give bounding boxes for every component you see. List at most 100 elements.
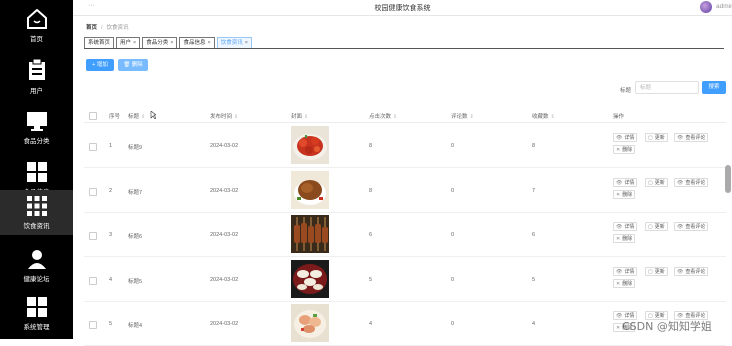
select-all-checkbox[interactable] [89,112,97,120]
delete-button[interactable]: ✕ 删除 [613,234,636,243]
detail-button[interactable]: 👁 详情 [613,133,638,142]
delete-button[interactable]: ✕ 删除 [613,145,636,154]
sidebar-item-home[interactable]: 首页 [0,0,73,51]
sort-icon[interactable]: ⇕ [141,114,145,120]
detail-label: 详情 [624,179,635,186]
search-button[interactable]: 搜索 [702,81,726,94]
delete-label: 删除 [131,62,143,68]
row-checkbox[interactable] [89,143,97,151]
cell-clicks: 6 [369,232,373,238]
cell-favorites: 5 [532,276,536,283]
header-clicks[interactable]: 点击次数 ⇕ [369,112,397,120]
breadcrumb-home[interactable]: 首页 [86,25,97,31]
clipboard-icon [28,58,45,80]
header-comments-label: 评论数 [451,114,468,120]
sidebar: 首页 用户 食品分类 食品信息 饮食资讯 健康论坛 系统管理 [0,0,73,339]
sidebar-item-health-forum[interactable]: 健康论坛 [0,240,73,291]
close-icon: ✕ [616,325,621,331]
cell-publish-time: 2024-03-02 [210,276,239,283]
vertical-scrollbar[interactable] [725,165,731,193]
cover-image [291,215,329,253]
cell-favorites: 7 [532,187,536,194]
sort-icon[interactable]: ⇕ [551,114,555,120]
batch-delete-button[interactable]: 🗑 删除 [118,59,148,71]
delete-button[interactable]: ✕ 删除 [613,278,636,288]
add-button[interactable]: + 增加 [86,59,114,71]
eye-icon: 👁 [616,268,623,275]
header-title-label: 标题 [128,114,140,120]
update-button[interactable]: ▢ 更新 [645,222,668,231]
sidebar-item-food-category[interactable]: 食品分类 [0,102,73,153]
cell-publish-time: 2024-03-02 [210,232,239,238]
edit-icon: ▢ [648,179,653,186]
view-comments-label: 查看评论 [685,135,706,141]
eye-icon: 👁 [677,268,684,275]
header-title[interactable]: 标题 ⇕ [128,112,145,120]
row-checkbox[interactable] [89,232,97,240]
update-button[interactable]: ▢ 更新 [645,177,668,187]
eye-icon: 👁 [616,135,623,141]
row-checkbox[interactable] [89,276,97,285]
cell-publish-time: 2024-03-02 [210,143,239,149]
delete-button[interactable]: ✕ 删除 [613,189,636,199]
sort-icon[interactable]: ⇕ [234,114,238,120]
tab-label: 食品分类 [146,40,169,46]
tab-label: 食品信息 [183,40,206,46]
sort-icon[interactable]: ⇕ [470,114,474,120]
cell-favorites: 8 [532,143,536,149]
view-comments-button[interactable]: 👁 查看评论 [674,222,709,231]
search-input[interactable]: 标题 [635,81,699,94]
grid-4-icon [26,161,47,182]
sidebar-item-system-admin[interactable]: 系统管理 [0,288,73,339]
close-icon[interactable]: × [208,40,211,46]
cell-clicks: 5 [369,276,373,283]
top-bar: ··· 校园健康饮食系统 admin [73,0,732,16]
close-icon[interactable]: × [245,40,248,46]
sidebar-item-diet-news[interactable]: 饮食资讯 [0,190,73,235]
sidebar-item-label: 饮食资讯 [23,222,50,230]
update-label: 更新 [654,224,665,230]
close-icon[interactable]: × [170,40,173,46]
row-checkbox[interactable] [89,321,97,329]
update-label: 更新 [654,179,665,186]
view-comments-button[interactable]: 👁 查看评论 [674,133,709,142]
delete-label: 删除 [622,280,633,287]
cell-title: 标题5 [128,278,143,285]
cell-clicks: 8 [369,143,373,149]
sort-icon[interactable]: ⇕ [393,114,397,120]
update-button[interactable]: ▢ 更新 [645,133,668,142]
username[interactable]: admin [716,3,732,10]
view-comments-button[interactable]: 👁 查看评论 [674,266,709,276]
cell-index: 1 [109,143,113,149]
update-button[interactable]: ▢ 更新 [645,266,668,276]
cell-clicks: 4 [369,321,373,327]
cell-clicks: 8 [369,187,373,194]
detail-button[interactable]: 👁 详情 [613,222,638,231]
person-icon [27,249,46,269]
delete-label: 删除 [622,191,633,198]
cell-comments: 0 [451,143,455,149]
sort-icon[interactable]: ⇕ [304,114,308,120]
header-favorites[interactable]: 收藏数 ⇕ [532,112,555,120]
cell-publish-time: 2024-03-02 [210,321,239,327]
avatar[interactable] [700,1,712,13]
detail-button[interactable]: 👁 详情 [613,266,638,276]
header-publish-time[interactable]: 发布时间 ⇕ [210,112,238,120]
view-comments-button[interactable]: 👁 查看评论 [674,177,709,187]
tab-label: 系统首页 [88,40,111,46]
table-row: 1 标题9 2024-03-02 8 0 8 👁 详情 ▢ 更新 👁 查看评论 ✕ 删除 [84,123,726,168]
view-comments-label: 查看评论 [685,268,706,275]
sidebar-item-label: 用户 [30,87,43,95]
header-cover[interactable]: 封面 ⇕ [291,112,308,120]
row-checkbox[interactable] [89,187,97,196]
cell-index: 3 [109,232,113,238]
detail-button[interactable]: 👁 详情 [613,177,638,187]
close-icon: ✕ [616,147,621,153]
header-cover-label: 封面 [291,114,303,120]
close-icon[interactable]: × [133,40,136,46]
cell-title: 标题6 [128,234,143,240]
sidebar-item-users[interactable]: 用户 [0,51,73,102]
header-actions: 操作 [613,114,625,120]
eye-icon: 👁 [677,135,684,141]
header-comments[interactable]: 评论数 ⇕ [451,112,474,120]
